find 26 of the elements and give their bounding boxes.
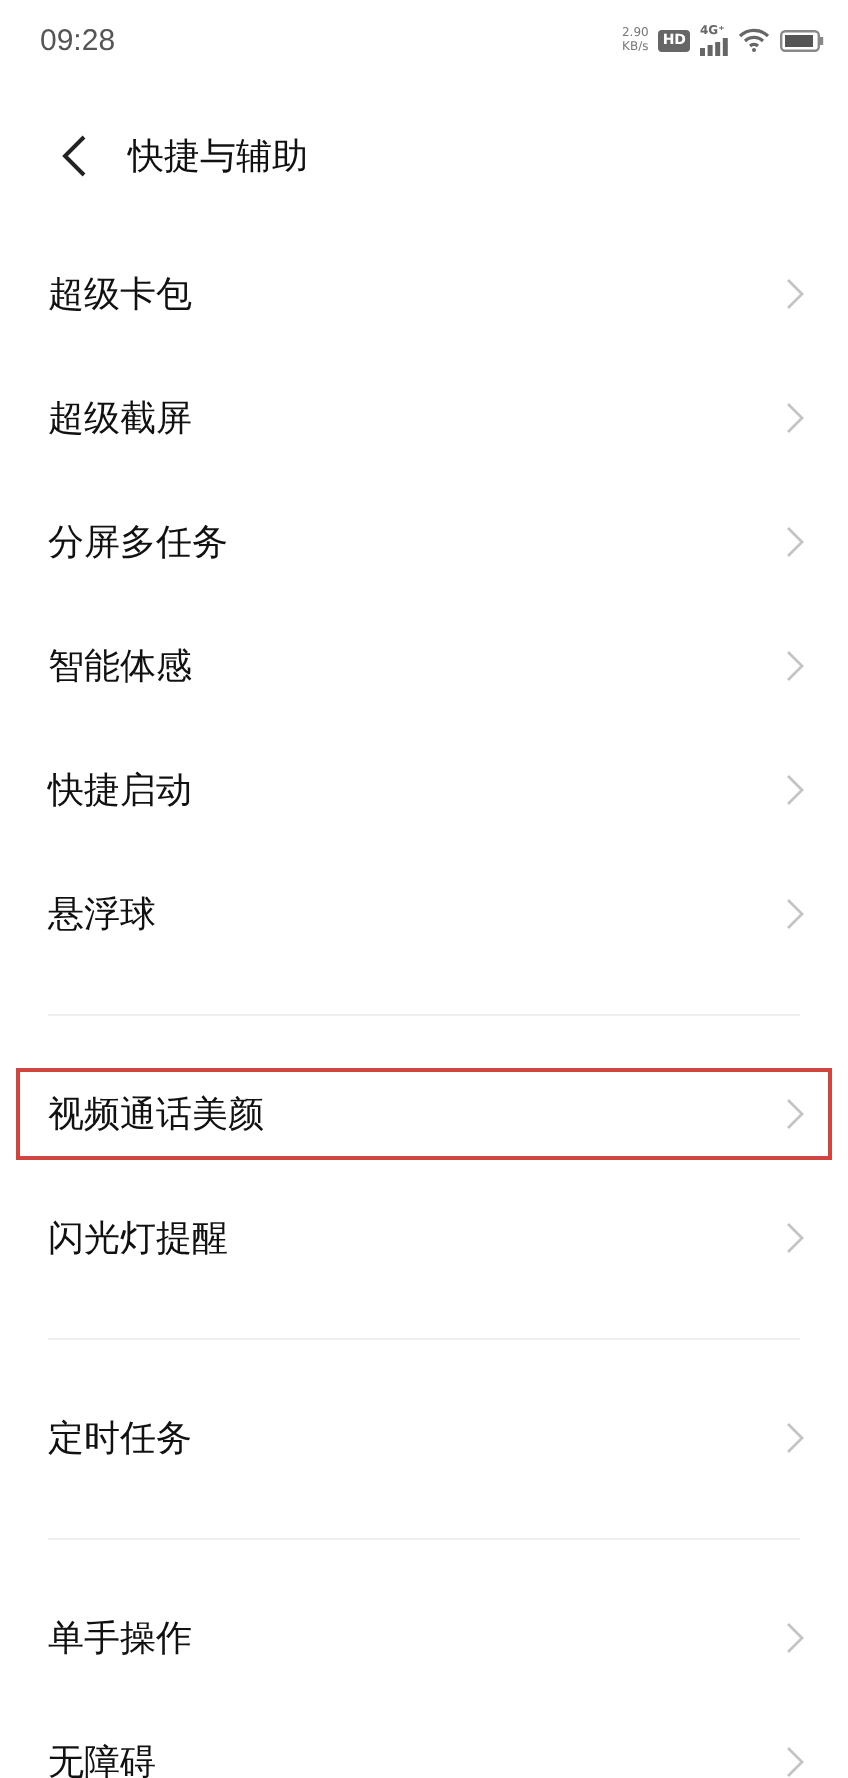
settings-item[interactable]: 超级卡包 [0,232,848,356]
wifi-icon [738,28,770,52]
settings-item[interactable]: 悬浮球 [0,852,848,976]
chevron-icon [786,1746,804,1778]
highlighted-settings-item[interactable]: 视频通话美颜 [0,1052,848,1176]
back-icon[interactable] [60,134,88,178]
settings-item[interactable]: 闪光灯提醒 [0,1176,848,1300]
chevron-icon [786,1422,804,1454]
battery-icon [780,29,824,51]
clock-time: 09:28 [40,23,116,57]
chevron-icon [786,278,804,310]
chevron-icon [786,526,804,558]
settings-item[interactable]: 快捷启动 [0,728,848,852]
chevron-icon [786,1622,804,1654]
chevron-icon [786,898,804,930]
chevron-icon [786,402,804,434]
chevron-icon [786,1098,804,1130]
settings-item[interactable]: 超级截屏 [0,356,848,480]
settings-item[interactable]: 分屏多任务 [0,480,848,604]
chevron-icon [786,1222,804,1254]
settings-item[interactable]: 智能体感 [0,604,848,728]
chevron-icon [786,650,804,682]
settings-item[interactable]: 定时任务 [0,1376,848,1500]
page-title: 快捷与辅助 [128,134,308,180]
chevron-icon [786,774,804,806]
settings-item[interactable]: 单手操作 [0,1576,848,1700]
